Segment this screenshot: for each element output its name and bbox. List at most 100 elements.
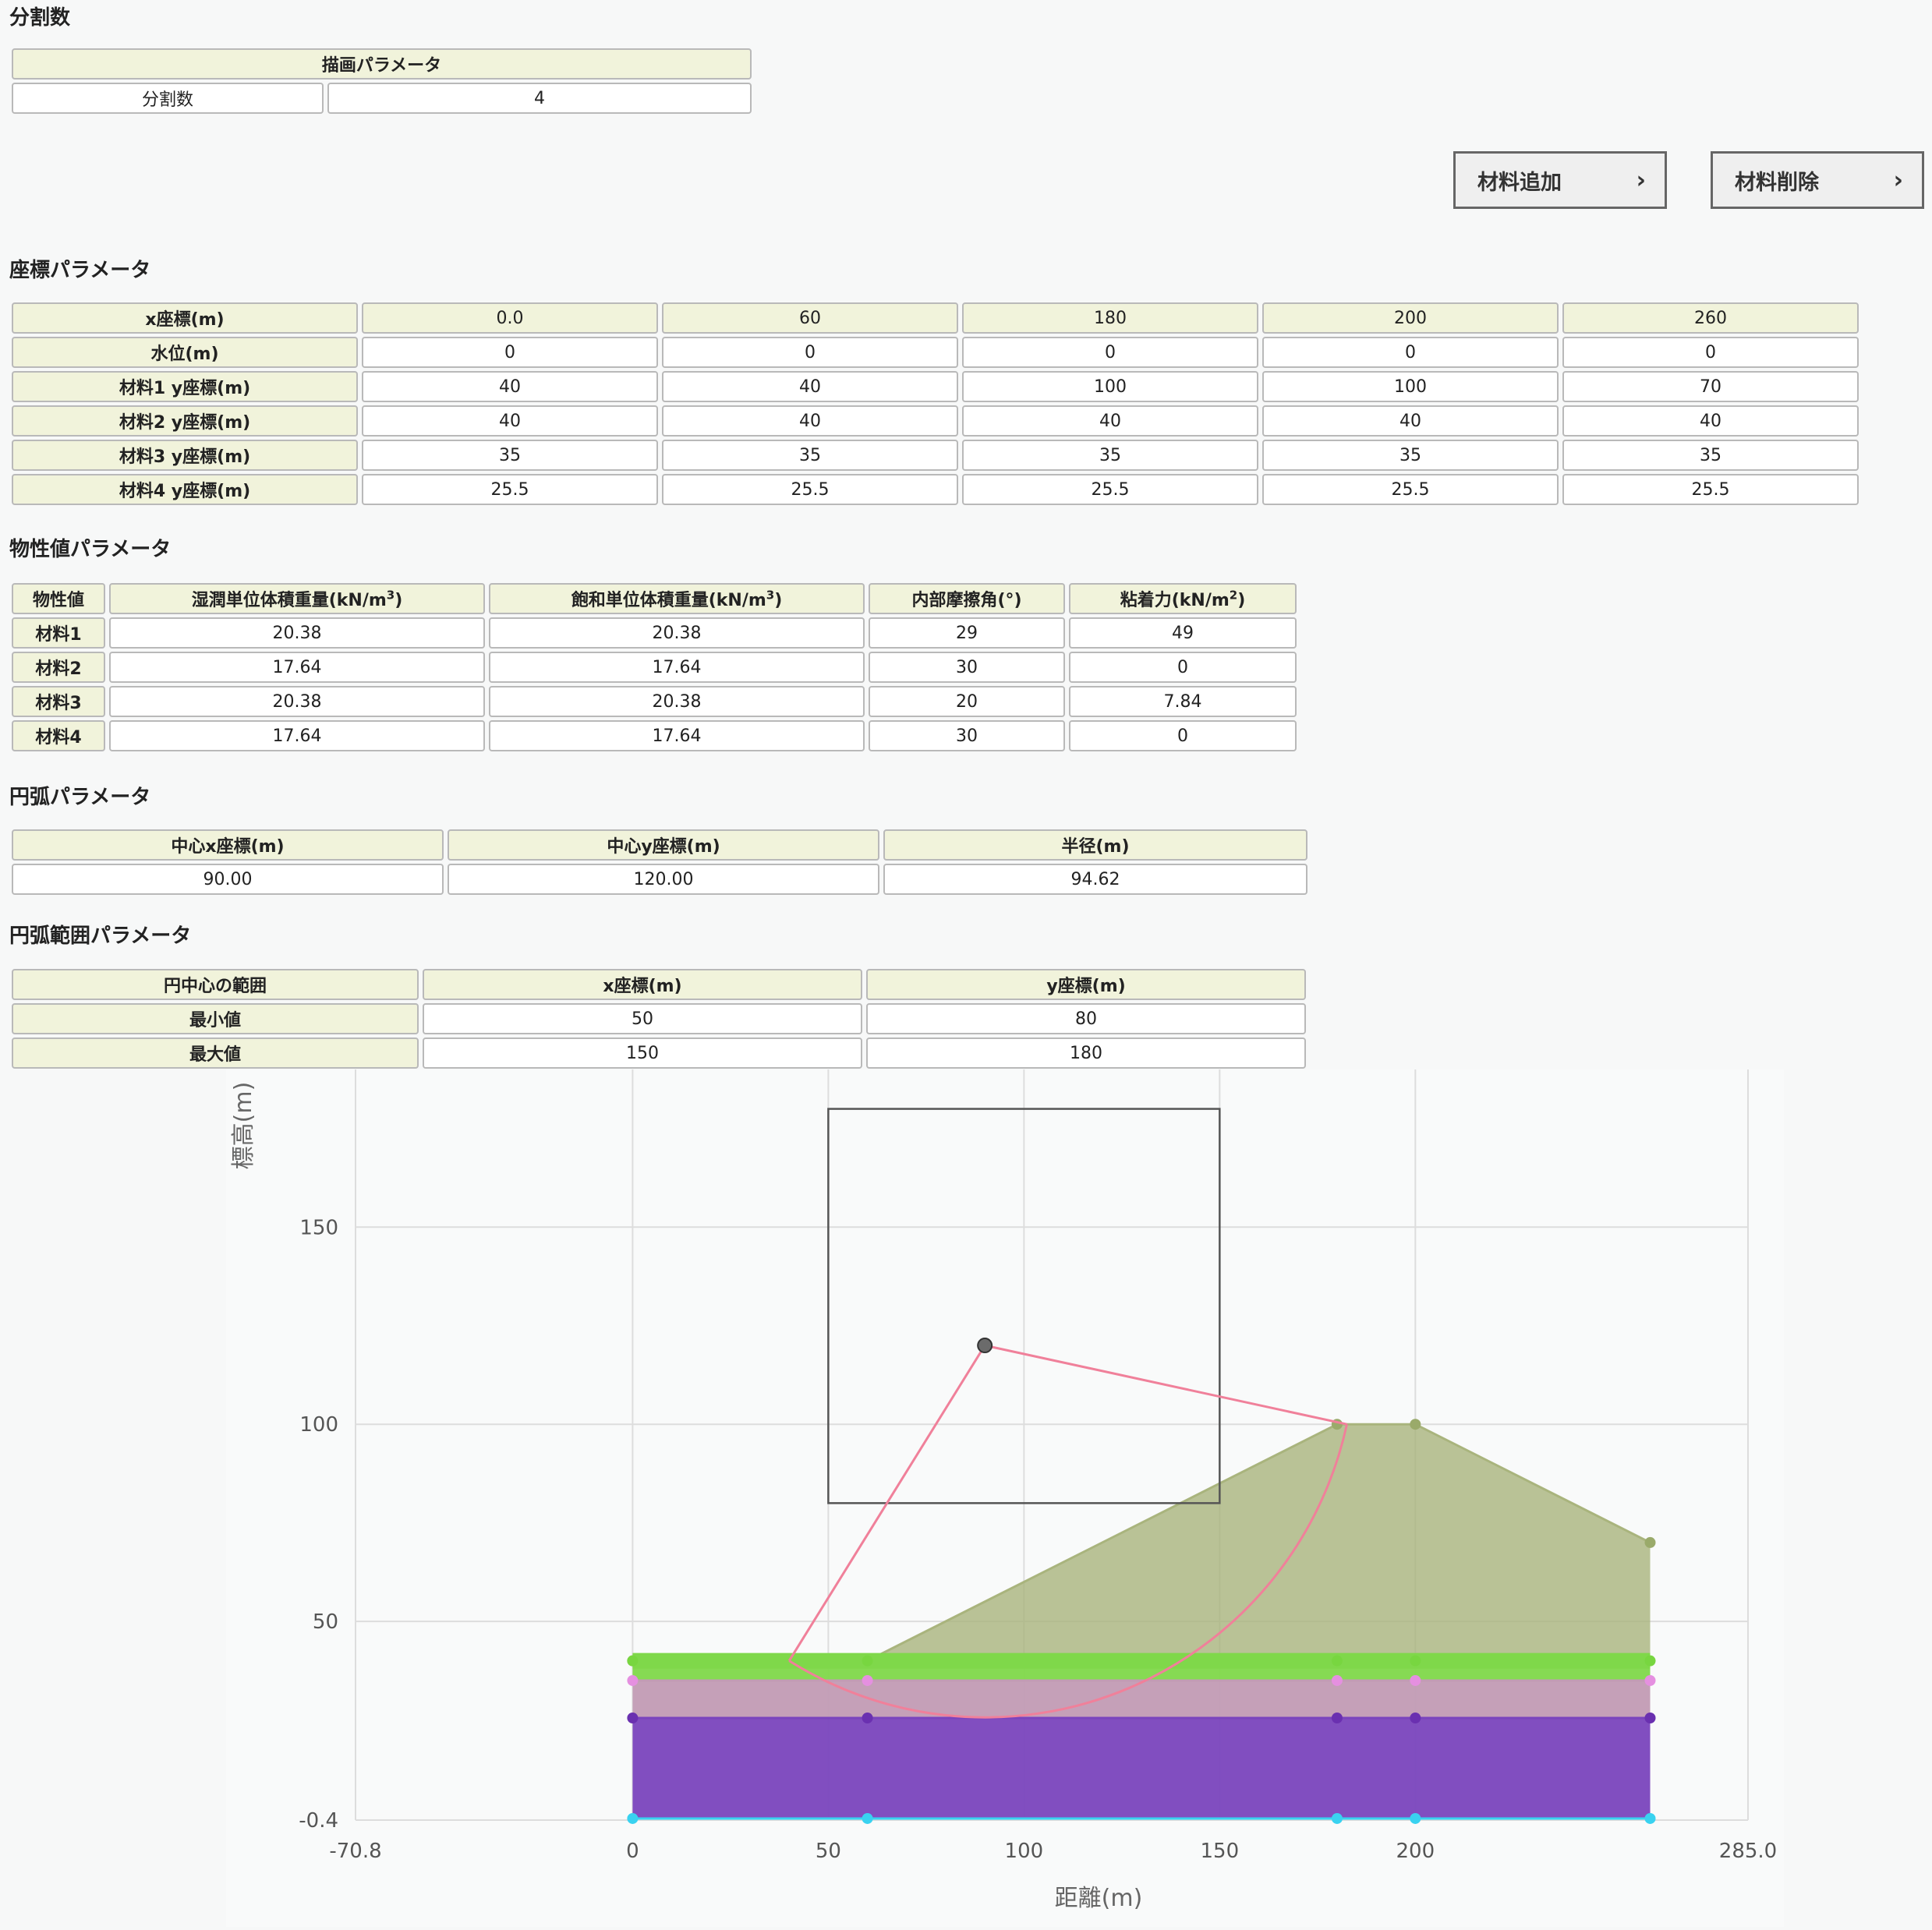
coordinate-input[interactable]: 0 xyxy=(1262,337,1559,368)
props-header-unit-exponent: 2 xyxy=(1229,588,1238,603)
property-input[interactable]: 20.38 xyxy=(109,617,485,649)
arc-range-header-row: 円中心の範囲 x座標(m) y座標(m) xyxy=(12,969,1306,1000)
chevron-right-icon: › xyxy=(1636,167,1646,194)
props-row: 材料1 20.38 20.38 29 49 xyxy=(12,617,1297,649)
property-input[interactable]: 20.38 xyxy=(489,617,865,649)
property-input[interactable]: 29 xyxy=(869,617,1065,649)
coordinate-input[interactable]: 40 xyxy=(662,371,958,402)
property-input[interactable]: 17.64 xyxy=(109,652,485,683)
arc-range-row: 最小値 50 80 xyxy=(12,1003,1306,1034)
property-input[interactable]: 17.64 xyxy=(109,720,485,751)
props-header-cell: 飽和単位体積重量(kN/m3) xyxy=(489,583,865,614)
division-input[interactable]: 4 xyxy=(327,83,752,114)
coordinate-input[interactable]: 35 xyxy=(1262,440,1559,471)
coordinate-input[interactable]: 70 xyxy=(1562,371,1859,402)
arc-range-input[interactable]: 150 xyxy=(423,1037,862,1069)
material-point xyxy=(1644,1713,1656,1724)
circle-center-point xyxy=(977,1338,993,1354)
arc-range-input[interactable]: 180 xyxy=(866,1037,1306,1069)
division-table: 描画パラメータ 分割数 4 xyxy=(8,45,755,117)
coordinate-input[interactable]: 25.5 xyxy=(1262,474,1559,505)
material-point xyxy=(1410,1674,1421,1686)
material-point xyxy=(1410,1812,1421,1824)
y-tick-label: -0.4 xyxy=(299,1809,338,1833)
property-input[interactable]: 0 xyxy=(1069,720,1297,751)
arc-value-input[interactable]: 94.62 xyxy=(883,864,1307,895)
delete-material-button[interactable]: 材料削除 › xyxy=(1711,151,1924,209)
property-input[interactable]: 20.38 xyxy=(489,686,865,717)
material-point xyxy=(627,1655,639,1667)
coordinate-input[interactable]: 0 xyxy=(362,337,658,368)
coordinate-input[interactable]: 35 xyxy=(962,440,1258,471)
property-input[interactable]: 17.64 xyxy=(489,720,865,751)
coords-row-label: 材料2 y座標(m) xyxy=(12,405,358,437)
coords-row: 材料2 y座標(m) 40 40 40 40 40 xyxy=(12,405,1859,437)
arc-range-header-cell: x座標(m) xyxy=(423,969,862,1000)
props-header-cell: 粘着力(kN/m2) xyxy=(1069,583,1297,614)
coordinate-input[interactable]: 25.5 xyxy=(1562,474,1859,505)
coordinate-input[interactable]: 40 xyxy=(362,405,658,437)
coordinate-input[interactable]: 40 xyxy=(362,371,658,402)
arc-value-input[interactable]: 120.00 xyxy=(448,864,879,895)
coordinate-input[interactable]: 25.5 xyxy=(662,474,958,505)
arc-header-cell: 半径(m) xyxy=(883,829,1307,861)
coordinate-input[interactable]: 100 xyxy=(962,371,1258,402)
arc-value-input[interactable]: 90.00 xyxy=(12,864,444,895)
material-point xyxy=(1331,1713,1343,1724)
property-input[interactable]: 30 xyxy=(869,652,1065,683)
x-tick-label: 100 xyxy=(1005,1840,1044,1863)
add-material-button[interactable]: 材料追加 › xyxy=(1453,151,1667,209)
material-point xyxy=(1644,1812,1656,1824)
arc-range-input[interactable]: 80 xyxy=(866,1003,1306,1034)
arc-value-row: 90.00 120.00 94.62 xyxy=(12,864,1307,895)
coordinate-input[interactable]: 35 xyxy=(362,440,658,471)
material-point xyxy=(1644,1655,1656,1667)
division-section-title: 分割数 xyxy=(9,6,71,30)
x-coordinate-cell: 180 xyxy=(962,302,1258,334)
coords-row-label: 材料4 y座標(m) xyxy=(12,474,358,505)
property-input[interactable]: 30 xyxy=(869,720,1065,751)
arc-range-input[interactable]: 50 xyxy=(423,1003,862,1034)
coords-row-label: x座標(m) xyxy=(12,302,358,334)
props-row-label: 材料2 xyxy=(12,652,105,683)
x-coordinate-cell: 60 xyxy=(662,302,958,334)
props-row: 材料3 20.38 20.38 20 7.84 xyxy=(12,686,1297,717)
coordinate-input[interactable]: 35 xyxy=(1562,440,1859,471)
coordinate-input[interactable]: 25.5 xyxy=(962,474,1258,505)
coordinate-input[interactable]: 40 xyxy=(662,405,958,437)
property-input[interactable]: 7.84 xyxy=(1069,686,1297,717)
props-header-text: 内部摩擦角(°) xyxy=(911,591,1022,610)
property-input[interactable]: 17.64 xyxy=(489,652,865,683)
coords-table: x座標(m) 0.0 60 180 200 260 水位(m) 0 0 0 0 0 材料1 y座標(m)… xyxy=(8,299,1863,508)
x-coordinate-cell: 260 xyxy=(1562,302,1859,334)
coords-section-title: 座標パラメータ xyxy=(9,259,151,282)
property-input[interactable]: 49 xyxy=(1069,617,1297,649)
coords-row: 材料3 y座標(m) 35 35 35 35 35 xyxy=(12,440,1859,471)
coordinate-input[interactable]: 0 xyxy=(662,337,958,368)
coordinate-input[interactable]: 25.5 xyxy=(362,474,658,505)
props-header-cell: 湿潤単位体積重量(kN/m3) xyxy=(109,583,485,614)
coordinate-input[interactable]: 40 xyxy=(1262,405,1559,437)
property-input[interactable]: 0 xyxy=(1069,652,1297,683)
material-point xyxy=(862,1713,873,1724)
coordinate-input[interactable]: 100 xyxy=(1262,371,1559,402)
coordinate-input[interactable]: 0 xyxy=(1562,337,1859,368)
arc-header-cell: 中心x座標(m) xyxy=(12,829,444,861)
coordinate-input[interactable]: 40 xyxy=(1562,405,1859,437)
y-tick-label: 50 xyxy=(313,1610,338,1634)
props-row: 材料2 17.64 17.64 30 0 xyxy=(12,652,1297,683)
division-table-header: 描画パラメータ xyxy=(12,48,752,80)
material-point xyxy=(627,1713,639,1724)
props-header-row: 物性値 湿潤単位体積重量(kN/m3) 飽和単位体積重量(kN/m3) 内部摩擦角(°… xyxy=(12,583,1297,614)
coordinate-input[interactable]: 35 xyxy=(662,440,958,471)
arc-range-header-cell: 円中心の範囲 xyxy=(12,969,419,1000)
material-area xyxy=(632,1718,1651,1819)
material-point xyxy=(1644,1674,1656,1686)
arc-range-row-label: 最小値 xyxy=(12,1003,419,1034)
x-tick-label: 150 xyxy=(1201,1840,1240,1863)
arc-header-cell: 中心y座標(m) xyxy=(448,829,879,861)
coordinate-input[interactable]: 0 xyxy=(962,337,1258,368)
property-input[interactable]: 20.38 xyxy=(109,686,485,717)
property-input[interactable]: 20 xyxy=(869,686,1065,717)
coordinate-input[interactable]: 40 xyxy=(962,405,1258,437)
